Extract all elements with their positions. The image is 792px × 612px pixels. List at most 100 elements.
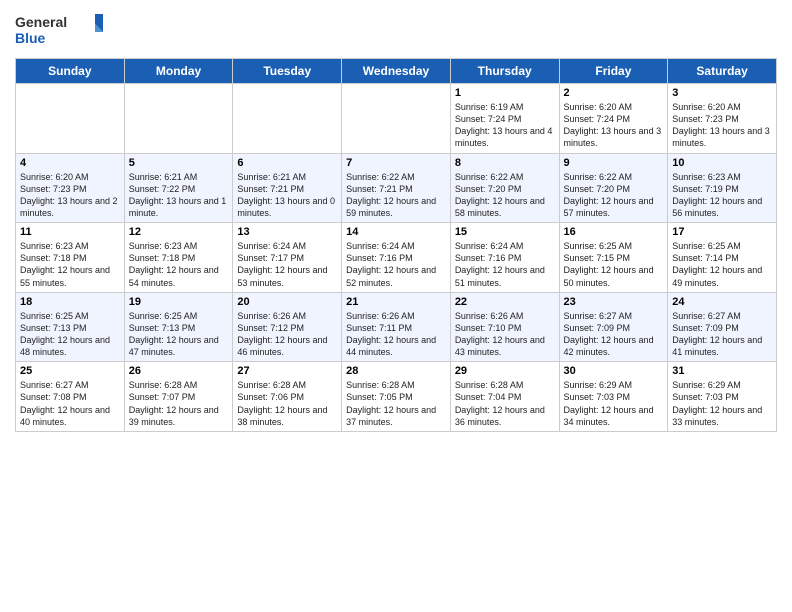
- cell-content: Sunrise: 6:20 AMSunset: 7:24 PMDaylight:…: [564, 101, 664, 150]
- day-number: 26: [129, 365, 229, 377]
- calendar-cell: 18 Sunrise: 6:25 AMSunset: 7:13 PMDayligh…: [16, 292, 125, 362]
- day-number: 3: [672, 87, 772, 99]
- calendar-cell: 30 Sunrise: 6:29 AMSunset: 7:03 PMDayligh…: [559, 362, 668, 432]
- cell-content: Sunrise: 6:25 AMSunset: 7:13 PMDaylight:…: [129, 310, 229, 359]
- calendar-cell: 16Sunrise: 6:25 AMSunset: 7:15 PMDayligh…: [559, 223, 668, 293]
- cell-content: Sunrise: 6:23 AMSunset: 7:18 PMDaylight:…: [20, 240, 120, 289]
- day-header-friday: Friday: [559, 59, 668, 84]
- cell-content: Sunrise: 6:23 AMSunset: 7:18 PMDaylight:…: [129, 240, 229, 289]
- day-header-sunday: Sunday: [16, 59, 125, 84]
- cell-content: Sunrise: 6:22 AMSunset: 7:21 PMDaylight:…: [346, 171, 446, 220]
- day-header-monday: Monday: [124, 59, 233, 84]
- cell-content: Sunrise: 6:27 AMSunset: 7:09 PMDaylight:…: [672, 310, 772, 359]
- day-number: 1: [455, 87, 555, 99]
- calendar-cell: 22Sunrise: 6:26 AMSunset: 7:10 PMDayligh…: [450, 292, 559, 362]
- cell-content: Sunrise: 6:28 AMSunset: 7:04 PMDaylight:…: [455, 379, 555, 428]
- calendar-cell: [124, 84, 233, 154]
- cell-content: Sunrise: 6:25 AMSunset: 7:14 PMDaylight:…: [672, 240, 772, 289]
- calendar-cell: 20 Sunrise: 6:26 AMSunset: 7:12 PMDayligh…: [233, 292, 342, 362]
- day-number: 23: [564, 296, 664, 308]
- cell-content: Sunrise: 6:28 AMSunset: 7:05 PMDaylight:…: [346, 379, 446, 428]
- day-number: 13: [237, 226, 337, 238]
- calendar: SundayMondayTuesdayWednesdayThursdayFrid…: [15, 58, 777, 432]
- calendar-cell: [16, 84, 125, 154]
- day-number: 31: [672, 365, 772, 377]
- cell-content: Sunrise: 6:28 AMSunset: 7:06 PMDaylight:…: [237, 379, 337, 428]
- day-number: 20: [237, 296, 337, 308]
- calendar-cell: [342, 84, 451, 154]
- day-number: 15: [455, 226, 555, 238]
- day-number: 4: [20, 157, 120, 169]
- day-number: 17: [672, 226, 772, 238]
- day-number: 30: [564, 365, 664, 377]
- cell-content: Sunrise: 6:22 AMSunset: 7:20 PMDaylight:…: [455, 171, 555, 220]
- cell-content: Sunrise: 6:20 AMSunset: 7:23 PMDaylight:…: [672, 101, 772, 150]
- page: General Blue SundayMondayTuesdayWednesda…: [0, 0, 792, 612]
- calendar-cell: 26 Sunrise: 6:28 AMSunset: 7:07 PMDayligh…: [124, 362, 233, 432]
- cell-content: Sunrise: 6:27 AMSunset: 7:09 PMDaylight:…: [564, 310, 664, 359]
- svg-text:General: General: [15, 14, 67, 30]
- calendar-cell: 10 Sunrise: 6:23 AMSunset: 7:19 PMDayligh…: [668, 153, 777, 223]
- cell-content: Sunrise: 6:29 AMSunset: 7:03 PMDaylight:…: [672, 379, 772, 428]
- day-number: 18: [20, 296, 120, 308]
- day-number: 27: [237, 365, 337, 377]
- calendar-cell: 29 Sunrise: 6:28 AMSunset: 7:04 PMDayligh…: [450, 362, 559, 432]
- cell-content: Sunrise: 6:26 AMSunset: 7:12 PMDaylight:…: [237, 310, 337, 359]
- day-number: 14: [346, 226, 446, 238]
- calendar-week-1: 1Sunrise: 6:19 AMSunset: 7:24 PMDaylight…: [16, 84, 777, 154]
- day-number: 10: [672, 157, 772, 169]
- calendar-cell: 24 Sunrise: 6:27 AMSunset: 7:09 PMDayligh…: [668, 292, 777, 362]
- day-number: 12: [129, 226, 229, 238]
- cell-content: Sunrise: 6:26 AMSunset: 7:11 PMDaylight:…: [346, 310, 446, 359]
- day-number: 25: [20, 365, 120, 377]
- cell-content: Sunrise: 6:28 AMSunset: 7:07 PMDaylight:…: [129, 379, 229, 428]
- day-header-wednesday: Wednesday: [342, 59, 451, 84]
- cell-content: Sunrise: 6:24 AMSunset: 7:16 PMDaylight:…: [346, 240, 446, 289]
- calendar-cell: 28Sunrise: 6:28 AMSunset: 7:05 PMDayligh…: [342, 362, 451, 432]
- day-number: 6: [237, 157, 337, 169]
- logo: General Blue: [15, 10, 105, 50]
- cell-content: Sunrise: 6:29 AMSunset: 7:03 PMDaylight:…: [564, 379, 664, 428]
- calendar-cell: 9Sunrise: 6:22 AMSunset: 7:20 PMDaylight…: [559, 153, 668, 223]
- calendar-cell: 13 Sunrise: 6:24 AMSunset: 7:17 PMDayligh…: [233, 223, 342, 293]
- calendar-cell: 2Sunrise: 6:20 AMSunset: 7:24 PMDaylight…: [559, 84, 668, 154]
- cell-content: Sunrise: 6:27 AMSunset: 7:08 PMDaylight:…: [20, 379, 120, 428]
- day-number: 11: [20, 226, 120, 238]
- svg-text:Blue: Blue: [15, 30, 46, 46]
- cell-content: Sunrise: 6:25 AMSunset: 7:13 PMDaylight:…: [20, 310, 120, 359]
- day-number: 22: [455, 296, 555, 308]
- calendar-cell: 14 Sunrise: 6:24 AMSunset: 7:16 PMDayligh…: [342, 223, 451, 293]
- day-number: 16: [564, 226, 664, 238]
- calendar-cell: 8 Sunrise: 6:22 AMSunset: 7:20 PMDaylight…: [450, 153, 559, 223]
- calendar-week-5: 25 Sunrise: 6:27 AMSunset: 7:08 PMDayligh…: [16, 362, 777, 432]
- calendar-cell: 7 Sunrise: 6:22 AMSunset: 7:21 PMDaylight…: [342, 153, 451, 223]
- calendar-cell: 23 Sunrise: 6:27 AMSunset: 7:09 PMDayligh…: [559, 292, 668, 362]
- cell-content: Sunrise: 6:24 AMSunset: 7:17 PMDaylight:…: [237, 240, 337, 289]
- day-number: 21: [346, 296, 446, 308]
- cell-content: Sunrise: 6:23 AMSunset: 7:19 PMDaylight:…: [672, 171, 772, 220]
- day-number: 19: [129, 296, 229, 308]
- cell-content: Sunrise: 6:21 AMSunset: 7:21 PMDaylight:…: [237, 171, 337, 220]
- calendar-cell: 25 Sunrise: 6:27 AMSunset: 7:08 PMDayligh…: [16, 362, 125, 432]
- calendar-cell: 11 Sunrise: 6:23 AMSunset: 7:18 PMDayligh…: [16, 223, 125, 293]
- day-header-saturday: Saturday: [668, 59, 777, 84]
- cell-content: Sunrise: 6:22 AMSunset: 7:20 PMDaylight:…: [564, 171, 664, 220]
- day-number: 29: [455, 365, 555, 377]
- day-number: 7: [346, 157, 446, 169]
- generalblue-logo-icon: General Blue: [15, 10, 105, 50]
- calendar-cell: [233, 84, 342, 154]
- day-number: 8: [455, 157, 555, 169]
- calendar-cell: 3 Sunrise: 6:20 AMSunset: 7:23 PMDaylight…: [668, 84, 777, 154]
- day-number: 5: [129, 157, 229, 169]
- cell-content: Sunrise: 6:21 AMSunset: 7:22 PMDaylight:…: [129, 171, 229, 220]
- cell-content: Sunrise: 6:20 AMSunset: 7:23 PMDaylight:…: [20, 171, 120, 220]
- calendar-cell: 27 Sunrise: 6:28 AMSunset: 7:06 PMDayligh…: [233, 362, 342, 432]
- calendar-cell: 31 Sunrise: 6:29 AMSunset: 7:03 PMDayligh…: [668, 362, 777, 432]
- day-number: 24: [672, 296, 772, 308]
- calendar-cell: 21 Sunrise: 6:26 AMSunset: 7:11 PMDayligh…: [342, 292, 451, 362]
- day-header-tuesday: Tuesday: [233, 59, 342, 84]
- header: General Blue: [15, 10, 777, 50]
- calendar-cell: 4 Sunrise: 6:20 AMSunset: 7:23 PMDaylight…: [16, 153, 125, 223]
- calendar-cell: 19 Sunrise: 6:25 AMSunset: 7:13 PMDayligh…: [124, 292, 233, 362]
- calendar-cell: 6 Sunrise: 6:21 AMSunset: 7:21 PMDaylight…: [233, 153, 342, 223]
